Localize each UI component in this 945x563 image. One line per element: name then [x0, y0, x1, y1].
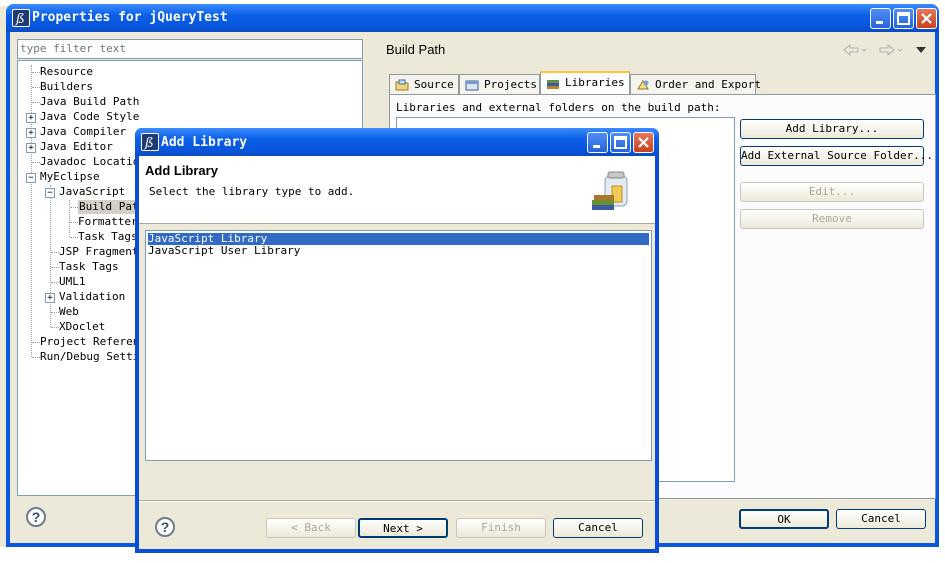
properties-title-bar[interactable]: ß Properties for jQueryTest [6, 4, 939, 32]
help-icon[interactable]: ? [26, 507, 46, 527]
library-type-list[interactable]: JavaScript Library JavaScript User Libra… [145, 230, 652, 461]
forward-nav-icon[interactable] [878, 43, 904, 60]
tree-item-builders[interactable]: Builders [40, 80, 93, 94]
add-library-title-bar[interactable]: ß Add Library [135, 128, 659, 156]
tab-projects[interactable]: Projects [459, 74, 540, 94]
back-button[interactable]: < Back [266, 518, 356, 538]
library-jar-icon [591, 168, 639, 217]
expand-icon[interactable]: + [45, 293, 55, 303]
tree-item-java-code-style[interactable]: Java Code Style [40, 110, 139, 124]
minimize-button[interactable] [870, 8, 891, 29]
tree-item-javascript[interactable]: JavaScript [59, 185, 125, 199]
view-menu-icon[interactable] [914, 45, 928, 58]
tree-item-jsp-fragments[interactable]: JSP Fragments [59, 245, 145, 259]
tree-item-task-tags[interactable]: Task Tags [59, 260, 119, 274]
filter-field-container [17, 39, 363, 59]
list-item-javascript-user-library[interactable]: JavaScript User Library [148, 245, 649, 257]
svg-text:ß: ß [143, 136, 154, 150]
dialog-minimize-button[interactable] [587, 132, 608, 153]
libraries-label: Libraries and external folders on the bu… [396, 101, 721, 114]
tab-libraries[interactable]: Libraries [540, 71, 630, 95]
tree-item-java-compiler[interactable]: Java Compiler [40, 125, 126, 139]
tab-order-and-export[interactable]: Order and Export [630, 74, 761, 94]
tree-item-myeclipse[interactable]: MyEclipse [40, 170, 100, 184]
properties-title: Properties for jQueryTest [32, 10, 228, 25]
tree-item-java-editor[interactable]: Java Editor [40, 140, 113, 154]
tree-guide-line [69, 200, 70, 237]
finish-button[interactable]: Finish [456, 518, 546, 538]
tree-item-js-task-tags[interactable]: Task Tags [78, 230, 138, 244]
close-button[interactable] [916, 8, 937, 29]
tab-source[interactable]: Source [389, 74, 459, 94]
add-external-source-folder-button[interactable]: Add External Source Folder... [740, 146, 933, 166]
dialog-cancel-button[interactable]: Cancel [553, 518, 643, 538]
ok-button[interactable]: OK [739, 509, 829, 529]
add-library-button[interactable]: Add Library... [740, 119, 924, 139]
svg-text:ß: ß [14, 12, 25, 26]
tree-item-javadoc-location[interactable]: Javadoc Location [40, 155, 146, 169]
remove-button[interactable]: Remove [740, 209, 924, 229]
tree-item-xdoclet[interactable]: XDoclet [59, 320, 105, 334]
collapse-icon[interactable]: − [45, 188, 55, 198]
wizard-header-subtitle: Select the library type to add. [149, 185, 355, 198]
eclipse-icon: ß [141, 133, 159, 151]
eclipse-icon: ß [12, 9, 30, 27]
dialog-help-icon[interactable]: ? [155, 517, 175, 537]
maximize-button[interactable] [893, 8, 914, 29]
source-folder-icon [395, 79, 409, 91]
order-export-icon [637, 80, 649, 90]
tree-item-formatter[interactable]: Formatter [78, 215, 138, 229]
tree-item-java-build-path[interactable]: Java Build Path [40, 95, 139, 109]
wizard-header-title: Add Library [145, 163, 218, 178]
edit-button[interactable]: Edit... [740, 182, 924, 202]
expand-icon[interactable]: + [26, 143, 36, 153]
expand-icon[interactable]: + [26, 128, 36, 138]
main-cancel-button[interactable]: Cancel [836, 509, 926, 529]
tree-item-resource[interactable]: Resource [40, 65, 93, 79]
next-button[interactable]: Next > [358, 518, 448, 538]
back-nav-icon[interactable] [842, 43, 868, 60]
dialog-close-button[interactable] [633, 132, 654, 153]
tree-item-web[interactable]: Web [59, 305, 79, 319]
tree-item-uml1[interactable]: UML1 [59, 275, 86, 289]
projects-icon [465, 80, 479, 91]
expand-icon[interactable]: + [26, 113, 36, 123]
dialog-maximize-button[interactable] [610, 132, 631, 153]
add-library-title: Add Library [161, 135, 248, 150]
tree-item-validation[interactable]: Validation [59, 290, 125, 304]
libraries-icon [547, 80, 559, 89]
filter-input[interactable] [18, 40, 362, 56]
dialog-separator [139, 500, 655, 502]
tree-guide-line [31, 65, 32, 357]
collapse-icon[interactable]: − [26, 173, 36, 183]
page-title: Build Path [386, 42, 446, 57]
wizard-header: Add Library Select the library type to a… [139, 156, 655, 224]
tree-guide-line [50, 185, 51, 327]
